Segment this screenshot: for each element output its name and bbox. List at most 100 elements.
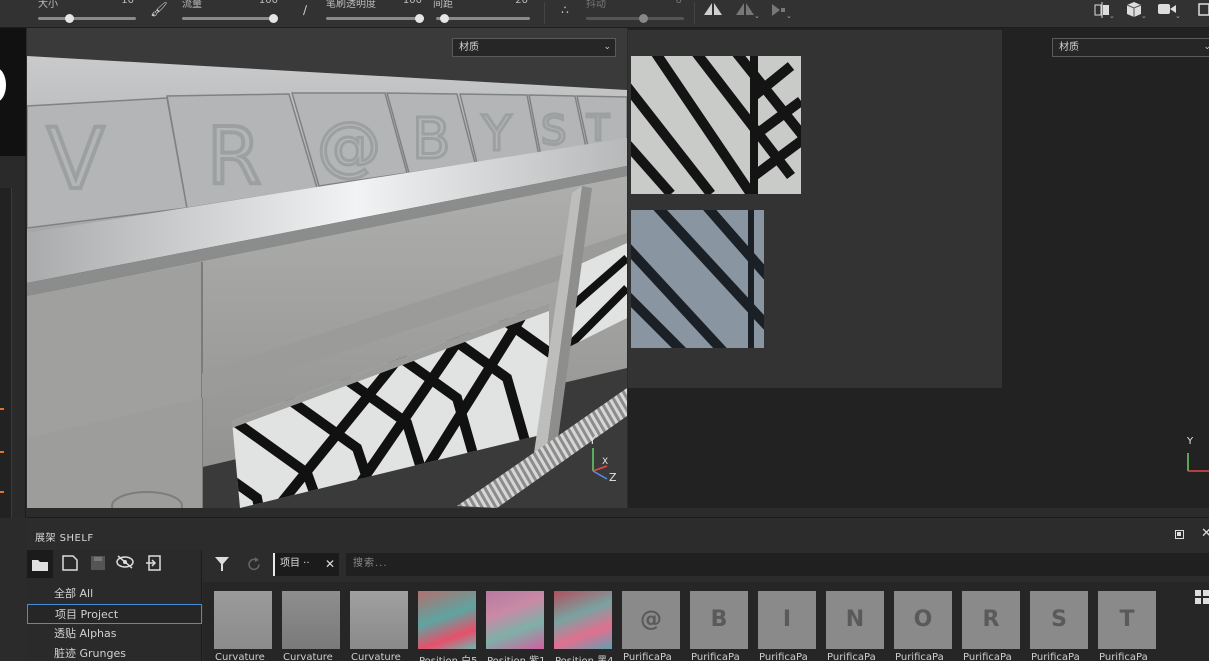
shelf-thumbnail[interactable] (350, 591, 408, 649)
shelf-thumbnail[interactable]: R (962, 591, 1020, 649)
shelf-thumbnail-label: Position 黑4 (555, 652, 615, 661)
marker (0, 491, 4, 493)
viewport-2d[interactable]: 材质 ⌄ Y (628, 28, 1209, 508)
flow-value[interactable]: 100 (248, 0, 278, 6)
shelf-thumbnail[interactable]: S (1030, 591, 1088, 649)
jitter-label: 抖动 (586, 0, 606, 10)
refresh-icon[interactable] (247, 557, 262, 572)
size-value[interactable]: 10 (104, 0, 134, 6)
shelf-tools (27, 550, 202, 578)
size-slider-knob[interactable] (64, 14, 74, 23)
brush-icon[interactable]: 🖌 (150, 1, 168, 19)
shelf-categories: 全部 All 项目 Project 透贴 Alphas 脏迹 Grunges (27, 550, 202, 661)
shelf-thumbnail[interactable] (418, 591, 476, 649)
left-scrollbar[interactable] (0, 188, 12, 518)
shelf-title: 展架 SHELF (35, 533, 94, 544)
flow-slider-knob[interactable] (269, 14, 278, 23)
top-toolbar: 大小 10 🖌 流量 100 ∕ 笔刷透明度 100 间距 20 ∴ 抖动 0 … (0, 0, 1209, 28)
shelf-search-input[interactable]: 搜索... (346, 553, 1209, 576)
shelf-thumbnail-label: PurificaPa (623, 652, 672, 661)
shelf-thumbnail-label: Curvature (215, 652, 265, 661)
split-view-icon[interactable] (1094, 2, 1110, 18)
shelf-category-item[interactable]: 透贴 Alphas (27, 624, 202, 644)
shelf-thumbnail-label: PurificaPa (691, 652, 740, 661)
maximize-icon[interactable] (1175, 530, 1184, 539)
toolbar-separator (544, 2, 545, 24)
shelf-thumbnail[interactable] (282, 591, 340, 649)
symmetry-mirror-icon[interactable] (703, 2, 723, 16)
stroke-opacity-slider[interactable] (326, 14, 424, 23)
spacing-label: 间距 (433, 0, 453, 10)
shelf-thumbnail[interactable]: N (826, 591, 884, 649)
chevron-down-icon[interactable]: ⌄ (1141, 12, 1147, 20)
material-select-3d[interactable]: 材质 ⌄ (452, 38, 616, 57)
material-select-label: 材质 (1059, 42, 1079, 53)
spacing-slider-knob[interactable] (440, 14, 450, 23)
scatter-icon[interactable]: ∴ (556, 1, 574, 19)
shelf-thumbnail-label: PurificaPa (827, 652, 876, 661)
shelf-thumbnail-label: Position 紫1 (487, 652, 547, 661)
close-icon[interactable]: ✕ (325, 553, 335, 575)
symmetry-radial-icon[interactable] (735, 2, 755, 16)
folder-icon[interactable] (27, 550, 53, 578)
axis-y-label: Y (589, 434, 596, 447)
shelf-thumbnail[interactable] (214, 591, 272, 649)
shelf-category-item[interactable]: 项目 Project (27, 604, 202, 624)
axis-z-label: Z (609, 471, 617, 484)
flow-slider[interactable] (182, 14, 278, 23)
shelf-thumbnails: Curvature Curvature Curvature Position 白5 Po… (203, 582, 1209, 661)
stroke-opacity-slider-knob[interactable] (415, 14, 424, 23)
shelf-thumbnail[interactable]: B (690, 591, 748, 649)
flow-label: 流量 (182, 0, 202, 10)
close-icon[interactable]: ✕ (1201, 526, 1209, 541)
size-label: 大小 (38, 0, 58, 10)
shelf-category-item[interactable]: 全部 All (27, 584, 202, 604)
grid-view-icon[interactable] (1195, 590, 1209, 604)
chevron-down-icon[interactable]: ⌄ (1175, 12, 1181, 20)
filter-tag-chip[interactable]: 项目 ·· ✕ (273, 553, 339, 576)
shelf-thumbnail[interactable]: I (758, 591, 816, 649)
camera-icon[interactable] (1158, 3, 1176, 15)
shelf-thumbnail-label: PurificaPa (759, 652, 808, 661)
shelf-thumbnail[interactable]: @ (622, 591, 680, 649)
pen-icon[interactable]: ∕ (296, 1, 314, 19)
color-preview (0, 28, 26, 156)
shelf-thumbnail[interactable]: O (894, 591, 952, 649)
shelf-thumbnail-label: PurificaPa (963, 652, 1012, 661)
chevron-down-icon: ⌄ (603, 42, 611, 52)
jitter-slider[interactable] (586, 14, 684, 23)
lazy-mouse-icon[interactable] (770, 2, 786, 18)
shelf-thumbnail-label: PurificaPa (1099, 652, 1148, 661)
jitter-slider-knob[interactable] (639, 14, 649, 23)
stroke-opacity-value[interactable]: 100 (392, 0, 422, 6)
shelf-content: 项目 ·· ✕ 搜索... Curvature Curvature Curvatur… (203, 550, 1209, 661)
3d-scene: V R @ B Y S T (27, 56, 627, 508)
shelf-thumbnail[interactable] (486, 591, 544, 649)
marker (0, 451, 4, 453)
spacing-slider[interactable] (436, 14, 530, 23)
import-icon[interactable] (144, 555, 162, 573)
save-icon[interactable] (89, 555, 107, 573)
size-slider[interactable] (38, 14, 136, 23)
new-file-icon[interactable] (61, 555, 79, 573)
chevron-down-icon[interactable]: ⌄ (1109, 12, 1115, 20)
cube-view-icon[interactable] (1126, 1, 1142, 18)
svg-text:S: S (541, 108, 566, 154)
shelf-thumbnail-label: Curvature (283, 652, 333, 661)
chevron-down-icon[interactable]: ⌄ (786, 12, 792, 20)
chevron-down-icon[interactable]: ⌄ (754, 12, 760, 20)
shelf-filter-bar: 项目 ·· ✕ 搜索... (203, 550, 1209, 578)
shelf-thumbnail[interactable] (554, 591, 612, 649)
viewport-3d[interactable]: V R @ B Y S T Y X Z 材质 ⌄ (27, 28, 627, 508)
toolbar-separator (694, 2, 695, 24)
spacing-value[interactable]: 20 (498, 0, 528, 6)
shelf-thumbnail[interactable]: T (1098, 591, 1156, 649)
screenshot-icon[interactable] (1198, 2, 1209, 16)
shelf-category-item[interactable]: 脏迹 Grunges (27, 644, 202, 661)
jitter-value[interactable]: 0 (652, 0, 682, 6)
uv-canvas[interactable] (628, 30, 1002, 388)
svg-text:@: @ (317, 110, 381, 184)
hide-icon[interactable] (116, 555, 134, 573)
material-select-2d[interactable]: 材质 ⌄ (1052, 38, 1209, 57)
filter-icon[interactable] (215, 557, 229, 571)
